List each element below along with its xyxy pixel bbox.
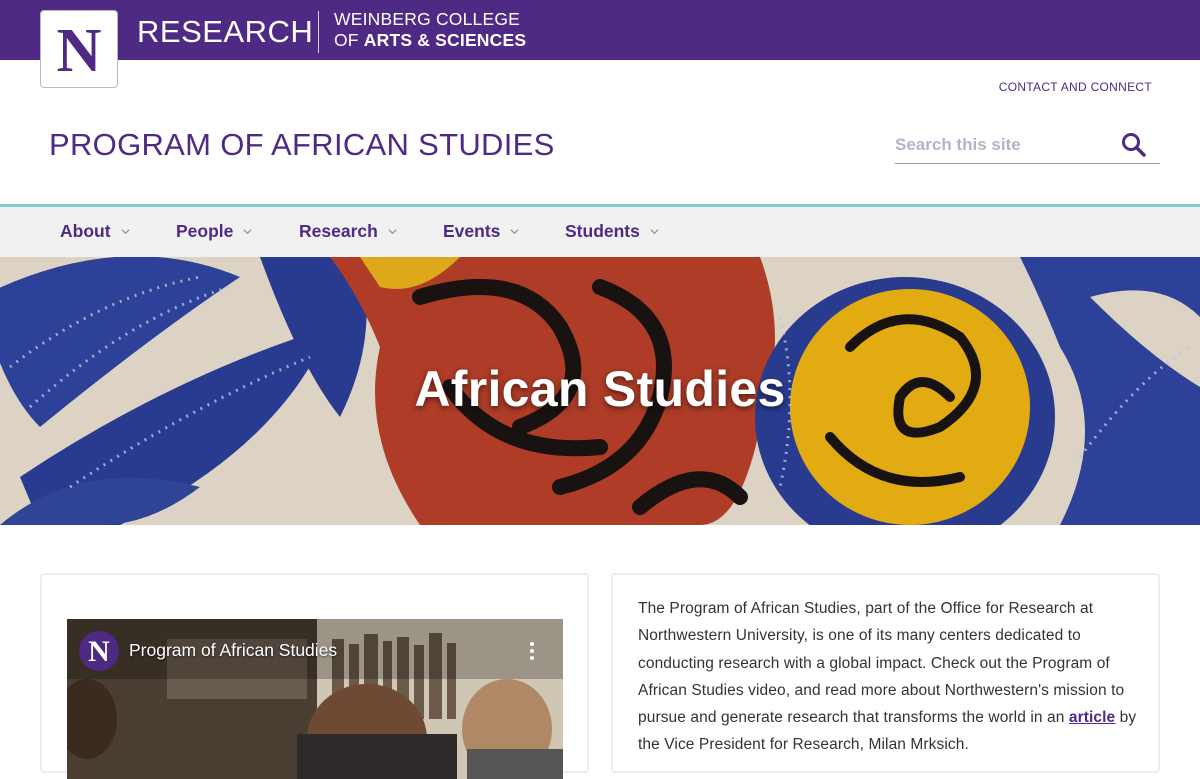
intro-paragraph: The Program of African Studies, part of … — [638, 595, 1138, 759]
nav-students[interactable]: Students — [565, 221, 659, 242]
intro-text: The Program of African Studies, part of … — [638, 600, 1125, 727]
search-box — [895, 128, 1160, 164]
more-vert-icon[interactable] — [529, 642, 535, 662]
article-link[interactable]: article — [1069, 709, 1115, 726]
contact-link[interactable]: CONTACT AND CONNECT — [999, 80, 1152, 94]
channel-logo-letter: N — [88, 635, 110, 668]
nav-label: About — [60, 221, 111, 241]
nav-people[interactable]: People — [176, 221, 252, 242]
site-title[interactable]: PROGRAM OF AFRICAN STUDIES — [49, 127, 555, 163]
nav-label: People — [176, 221, 234, 241]
intro-card: The Program of African Studies, part of … — [611, 573, 1160, 773]
nav-label: Research — [299, 221, 378, 241]
college-arts: ARTS & SCIENCES — [363, 30, 527, 50]
hero-banner: African Studies — [0, 257, 1200, 525]
college-of: OF — [334, 30, 359, 50]
college-line-1: WEINBERG COLLEGE — [334, 9, 521, 29]
nav-research[interactable]: Research — [299, 221, 397, 242]
college-line-2: OF ARTS & SCIENCES — [334, 30, 526, 51]
northwestern-logo[interactable]: N — [40, 10, 118, 88]
chevron-down-icon — [120, 229, 130, 235]
nav-label: Students — [565, 221, 640, 241]
hero-title: African Studies — [414, 361, 786, 417]
nav-events[interactable]: Events — [443, 221, 519, 242]
video-title[interactable]: Program of African Studies — [129, 640, 337, 661]
main-nav: About People Research Events Students — [0, 204, 1200, 257]
chevron-down-icon — [650, 229, 659, 235]
chevron-down-icon — [243, 229, 252, 235]
research-label[interactable]: RESEARCH — [137, 14, 313, 50]
search-icon[interactable] — [1120, 131, 1148, 159]
nav-about[interactable]: About — [60, 221, 130, 242]
college-link[interactable]: WEINBERG COLLEGE OF ARTS & SCIENCES — [334, 9, 526, 51]
chevron-down-icon — [510, 229, 519, 235]
nav-label: Events — [443, 221, 501, 241]
video-card: N Program of African Studies — [40, 573, 589, 779]
chevron-down-icon — [388, 229, 397, 235]
top-bar: RESEARCH WEINBERG COLLEGE OF ARTS & SCIE… — [0, 0, 1200, 60]
logo-letter: N — [56, 17, 102, 85]
divider — [318, 11, 319, 53]
channel-avatar[interactable]: N — [79, 631, 119, 671]
search-input[interactable] — [895, 132, 1115, 158]
video-player[interactable]: N Program of African Studies — [67, 619, 563, 779]
